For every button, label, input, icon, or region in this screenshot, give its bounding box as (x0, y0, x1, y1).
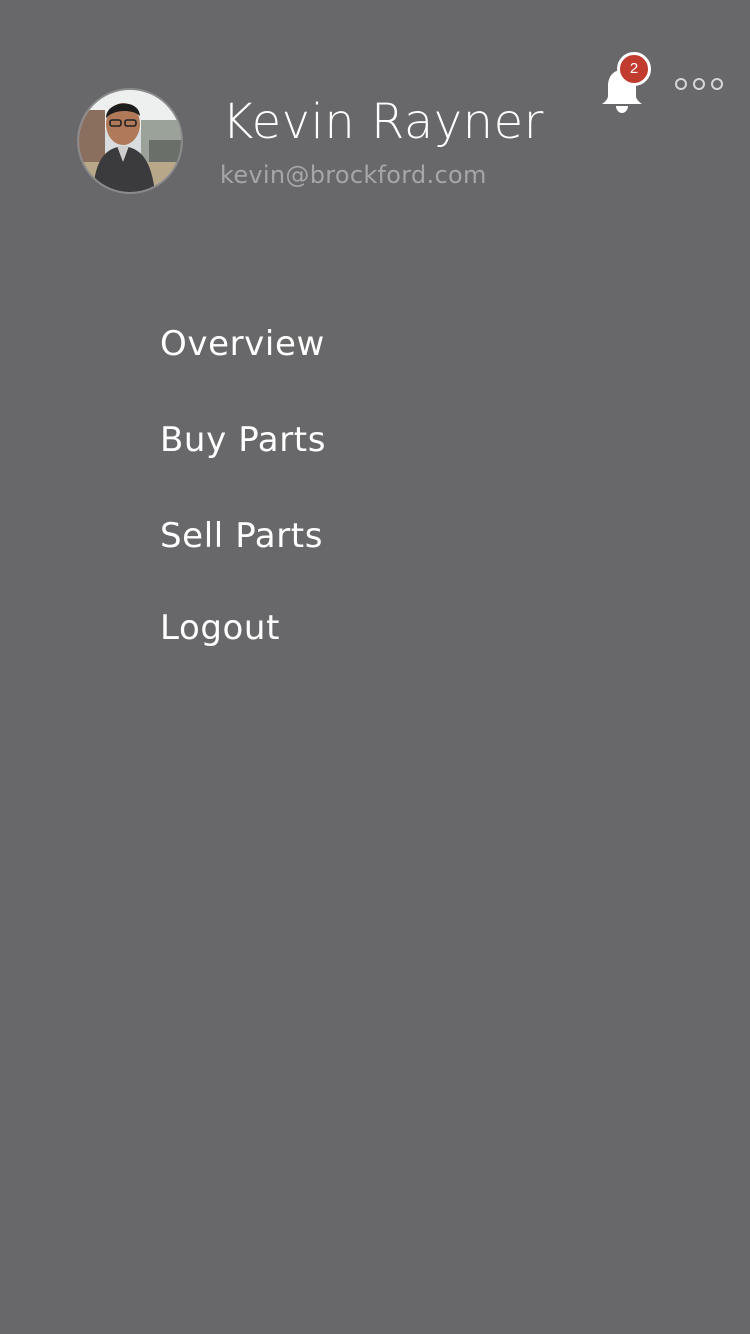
notification-count-badge: 2 (617, 52, 651, 86)
menu-item-buy-parts[interactable]: Buy Parts (160, 414, 580, 466)
user-name: Kevin Rayner (222, 94, 544, 150)
menu-item-sell-parts[interactable]: Sell Parts (160, 510, 580, 562)
user-avatar-photo (79, 90, 181, 192)
notifications-button[interactable]: 2 (596, 52, 652, 114)
main-menu: Overview Buy Parts Sell Parts Logout (160, 318, 580, 654)
menu-item-overview[interactable]: Overview (160, 318, 580, 370)
more-options-button[interactable] (672, 74, 726, 94)
user-email: kevin@brockford.com (220, 161, 487, 189)
more-horizontal-icon (675, 78, 723, 90)
menu-item-logout[interactable]: Logout (160, 602, 580, 654)
side-menu-screen: 2 Kevin Rayner kevin@brockford.com Overv… (0, 0, 750, 1334)
avatar[interactable] (77, 88, 183, 194)
